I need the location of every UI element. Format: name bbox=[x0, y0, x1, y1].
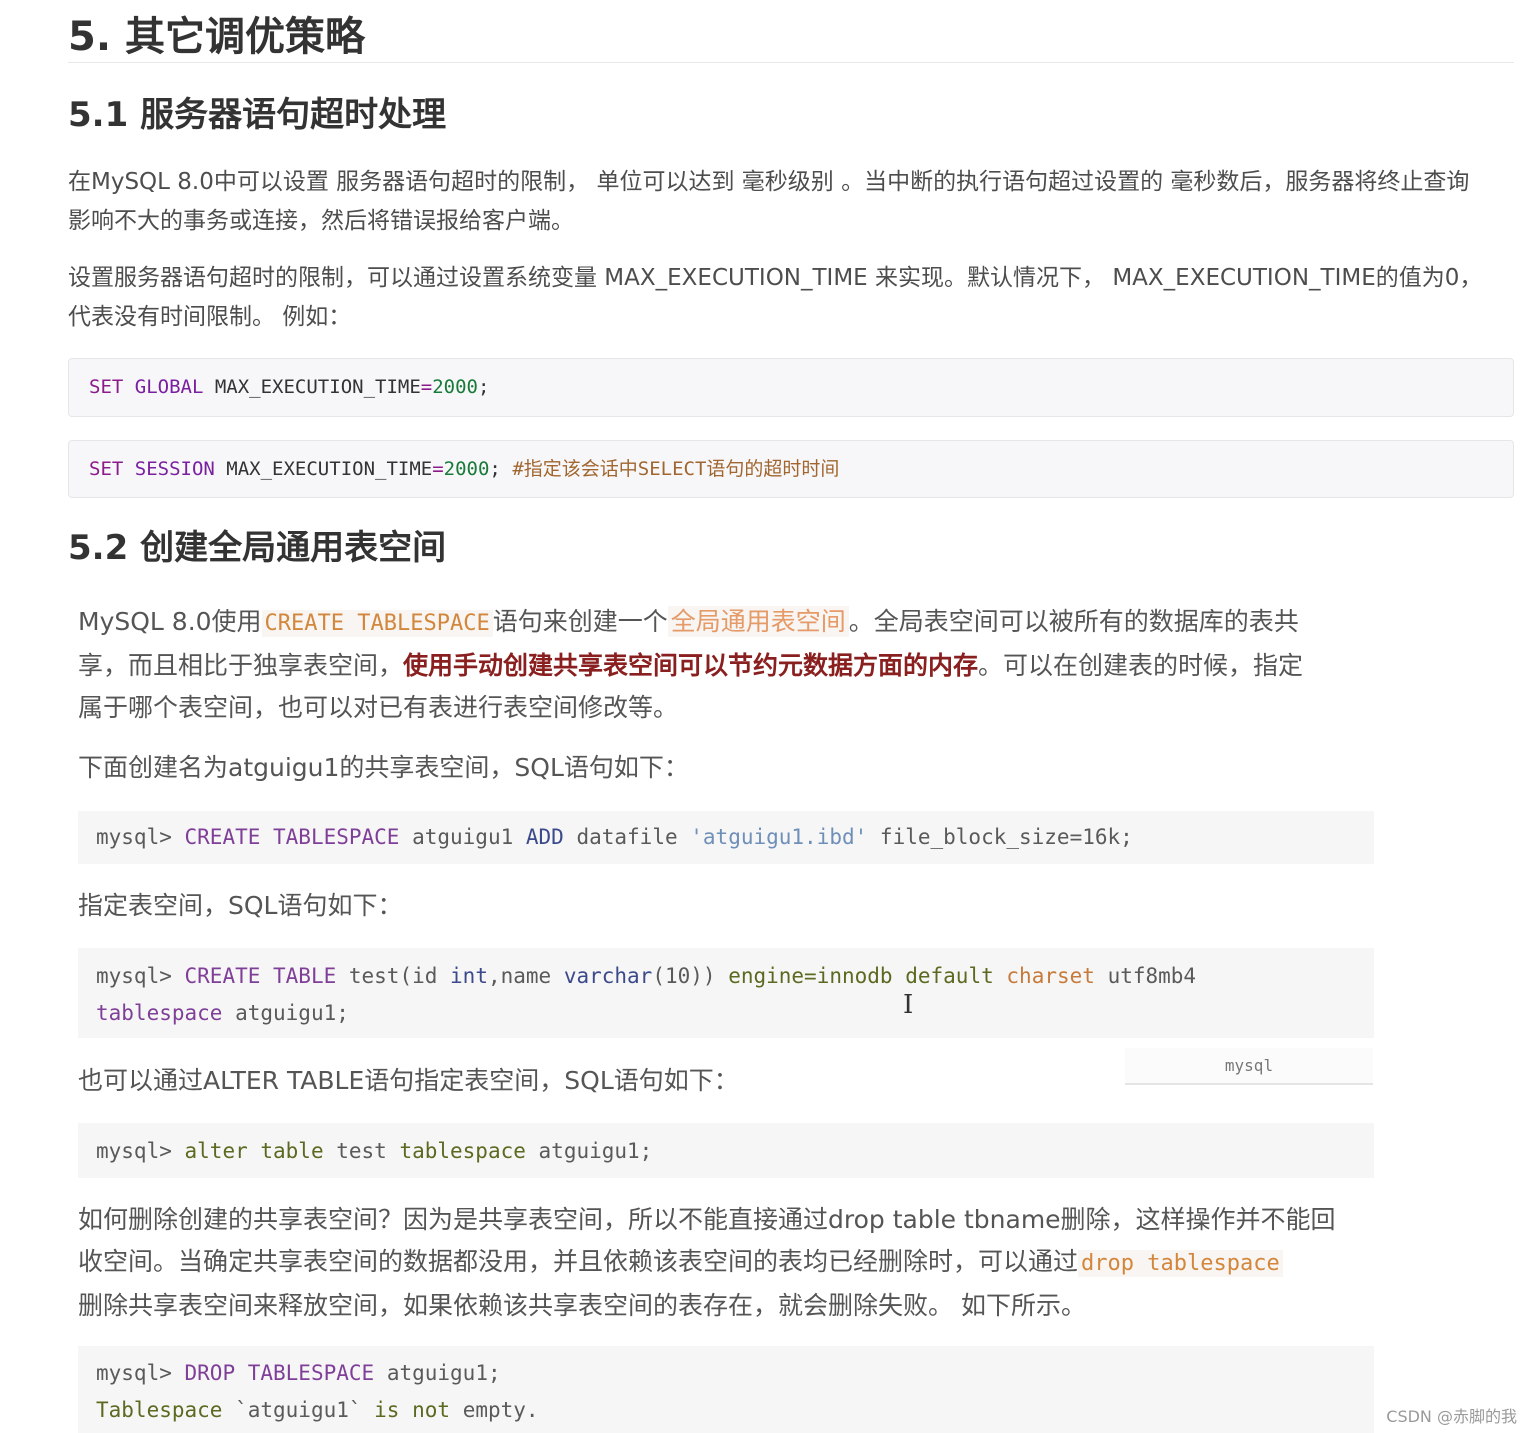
paragraph-line: 设置服务器语句超时的限制，可以通过设置系统变量 MAX_EXECUTION_TI… bbox=[68, 265, 1483, 291]
paragraph-line: 享，而且相比于独享表空间，使用手动创建共享表空间可以节约元数据方面的内存。可以在… bbox=[78, 645, 1378, 687]
code-block-drop-tablespace[interactable]: mysql> DROP TABLESPACE atguigu1; Tablespa… bbox=[78, 1346, 1374, 1433]
inline-code-drop-tablespace: drop tablespace bbox=[1078, 1250, 1283, 1277]
code-prompt: mysql> bbox=[96, 1361, 185, 1385]
code-block-create-tablespace[interactable]: mysql> CREATE TABLESPACE atguigu1 ADD da… bbox=[78, 811, 1374, 864]
paragraph-create-tablespace: 下面创建名为atguigu1的共享表空间，SQL语句如下： bbox=[78, 753, 689, 782]
code-punct: ; bbox=[489, 458, 513, 480]
code-keyword: charset bbox=[1006, 964, 1095, 988]
paragraph-line: 属于哪个表空间，也可以对已有表进行表空间修改等。 bbox=[78, 693, 679, 722]
code-keyword: tablespace bbox=[96, 1001, 223, 1025]
paragraph-timeout-intro: 在MySQL 8.0中可以设置 服务器语句超时的限制， 单位可以达到 毫秒级别 … bbox=[68, 163, 1528, 241]
paragraph-tablespace-intro: MySQL 8.0使用 CREATE TABLESPACE 语句来创建一个 全局通用表… bbox=[78, 601, 1378, 729]
code-text: ,name bbox=[487, 964, 564, 988]
code-line: Tablespace `atguigu1` is not empty. bbox=[96, 1392, 1374, 1429]
page-title: 5. 其它调优策略 bbox=[68, 12, 1514, 63]
paragraph-drop-tablespace: 如何删除创建的共享表空间？因为是共享表空间，所以不能直接通过drop table… bbox=[78, 1199, 1378, 1327]
code-keyword: SET bbox=[89, 376, 124, 398]
paragraph-alter-table: 也可以通过ALTER TABLE语句指定表空间，SQL语句如下： bbox=[78, 1066, 739, 1095]
code-keyword: SET bbox=[89, 458, 124, 480]
code-line: mysql> DROP TABLESPACE atguigu1; bbox=[96, 1355, 1374, 1392]
code-block-alter-table[interactable]: mysql> alter table test tablespace atgui… bbox=[78, 1123, 1374, 1178]
code-text: datafile bbox=[563, 825, 691, 849]
paragraph-line: 删除共享表空间来释放空间，如果依赖该共享表空间的表存在，就会删除失败。 如下所示… bbox=[78, 1291, 1086, 1320]
code-text: `atguigu1` bbox=[222, 1398, 375, 1422]
code-operator: = bbox=[432, 458, 444, 480]
paragraph-line: 如何删除创建的共享表空间？因为是共享表空间，所以不能直接通过drop table… bbox=[78, 1205, 1336, 1234]
inline-code-create-tablespace: CREATE TABLESPACE bbox=[261, 610, 493, 637]
code-keyword: CREATE TABLESPACE bbox=[184, 825, 400, 849]
code-text: test bbox=[323, 1139, 400, 1163]
code-block-create-table[interactable]: mysql> CREATE TABLE test(id int,name var… bbox=[78, 948, 1374, 1038]
code-keyword: engine=innodb bbox=[728, 964, 893, 988]
code-text: (10)) bbox=[652, 964, 729, 988]
code-text: atguigu1 bbox=[399, 825, 526, 849]
code-keyword: Tablespace bbox=[96, 1398, 223, 1422]
code-text: test(id bbox=[336, 964, 451, 988]
text-run: 。可以在创建表的时候，指定 bbox=[978, 651, 1304, 680]
code-operator: = bbox=[420, 376, 433, 398]
code-block-set-global[interactable]: SET GLOBAL MAX_EXECUTION_TIME=2000; bbox=[68, 358, 1514, 417]
code-type: int bbox=[450, 964, 488, 988]
code-text: atguigu1; bbox=[222, 1001, 349, 1025]
code-prompt: mysql> bbox=[96, 1139, 185, 1163]
highlighted-term: 全局通用表空间 bbox=[667, 606, 849, 637]
code-type: varchar bbox=[563, 964, 653, 988]
code-comment: #指定该会话中SELECT语句的超时时间 bbox=[512, 458, 840, 480]
code-keyword: alter table bbox=[184, 1139, 324, 1163]
text-run: 收空间。当确定共享表空间的数据都没用，并且依赖该表空间的表均已经删除时，可以通过 bbox=[78, 1247, 1079, 1276]
code-variable: MAX_EXECUTION_TIME bbox=[203, 376, 421, 398]
code-language-tag: mysql bbox=[1125, 1048, 1373, 1085]
code-text: file_block_size=16k; bbox=[867, 825, 1133, 849]
text-cursor-icon: I bbox=[903, 990, 914, 1020]
code-line: tablespace atguigu1; bbox=[96, 995, 1374, 1032]
code-keyword: is bbox=[374, 1398, 400, 1422]
watermark: CSDN @赤脚的我 bbox=[1386, 1407, 1517, 1426]
paragraph-specify-tablespace: 指定表空间，SQL语句如下： bbox=[78, 891, 403, 920]
paragraph-line: 影响不大的事务或连接，然后将错误报给客户端。 bbox=[68, 208, 574, 234]
paragraph-line: MySQL 8.0使用 CREATE TABLESPACE 语句来创建一个 全局通用表… bbox=[78, 601, 1378, 645]
code-keyword: default bbox=[905, 964, 994, 988]
code-variable: MAX_EXECUTION_TIME bbox=[214, 458, 433, 480]
code-keyword: CREATE TABLE bbox=[184, 964, 337, 988]
code-text: atguigu1; bbox=[525, 1139, 653, 1163]
text-run: 享，而且相比于独享表空间， bbox=[78, 651, 404, 680]
code-text: utf8mb4 bbox=[1094, 964, 1197, 988]
code-keyword: tablespace bbox=[399, 1139, 526, 1163]
code-keyword: ADD bbox=[525, 825, 564, 849]
code-prompt: mysql> bbox=[96, 825, 185, 849]
paragraph-line: 代表没有时间限制。 例如： bbox=[68, 304, 352, 330]
code-block-set-session[interactable]: SET SESSION MAX_EXECUTION_TIME=2000; #指定… bbox=[68, 440, 1514, 498]
code-number: 2000 bbox=[432, 376, 478, 398]
code-text: atguigu1; bbox=[374, 1361, 501, 1385]
emphasis-text: 使用手动创建共享表空间可以节约元数据方面的内存 bbox=[403, 651, 979, 680]
code-keyword: not bbox=[412, 1398, 451, 1422]
code-prompt: mysql> bbox=[96, 964, 185, 988]
text-run: 语句来创建一个 bbox=[492, 607, 668, 636]
text-run: MySQL 8.0使用 bbox=[78, 607, 262, 636]
paragraph-line: 收空间。当确定共享表空间的数据都没用，并且依赖该表空间的表均已经删除时，可以通过… bbox=[78, 1241, 1378, 1285]
section-heading-5-1: 5.1 服务器语句超时处理 bbox=[68, 95, 447, 135]
code-number: 2000 bbox=[443, 458, 490, 480]
code-punct: ; bbox=[477, 376, 490, 398]
code-text: empty. bbox=[450, 1398, 539, 1422]
paragraph-max-execution-time: 设置服务器语句超时的限制，可以通过设置系统变量 MAX_EXECUTION_TI… bbox=[68, 259, 1528, 337]
code-line: mysql> CREATE TABLE test(id int,name var… bbox=[96, 958, 1374, 995]
code-keyword: GLOBAL bbox=[134, 376, 204, 398]
paragraph-line: 在MySQL 8.0中可以设置 服务器语句超时的限制， 单位可以达到 毫秒级别 … bbox=[68, 169, 1470, 195]
text-run: 。全局表空间可以被所有的数据库的表共 bbox=[848, 607, 1299, 636]
section-heading-5-2: 5.2 创建全局通用表空间 bbox=[68, 528, 447, 568]
code-string: 'atguigu1.ibd' bbox=[690, 825, 868, 849]
code-keyword: SESSION bbox=[134, 458, 215, 480]
code-keyword: DROP TABLESPACE bbox=[184, 1361, 375, 1385]
